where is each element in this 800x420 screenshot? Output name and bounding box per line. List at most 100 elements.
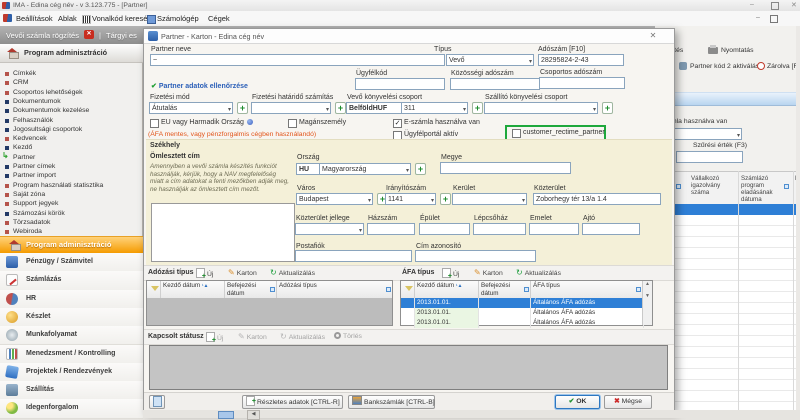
sidebar-item-csoportos-lehetosegek[interactable]: Csoportos lehetőségek [0, 89, 143, 98]
kapcsolt-aktualizalas-button[interactable]: ↻Aktualizálás [280, 332, 325, 341]
mdi-minimize-button[interactable]: – [756, 14, 760, 21]
szallito-konyvelesi-dropdown[interactable]: ▾ [484, 102, 598, 114]
vevo-konyvelesi-code[interactable]: 311▾ [401, 102, 468, 114]
ugyfelkod-input[interactable] [355, 78, 445, 90]
reszletes-adatok-button[interactable]: Részletes adatok [CTRL-R] [242, 395, 343, 409]
sidebar-item-partner-cimek[interactable]: Partner címek [0, 163, 143, 172]
afa-tipus-header[interactable]: ÁFA típus [531, 281, 642, 298]
bg-table-rows[interactable] [655, 215, 796, 410]
afa-grid-body[interactable]: 2013.01.01.Általános ÁFA adózás2013.01.0… [401, 298, 642, 325]
afa-grid-row[interactable]: 2013.01.01.Általános ÁFA adózás [401, 308, 642, 318]
window-minimize-button[interactable]: – [750, 1, 754, 8]
szallito-konyvelesi-add-button[interactable]: + [602, 102, 613, 114]
sidebar-item-kezdo[interactable]: Kezdő [0, 144, 143, 153]
iranyitoszam-add-button[interactable]: + [440, 193, 451, 205]
vertical-scrollbar[interactable]: ▲▼ [642, 281, 652, 325]
hscroll-left-button[interactable]: ◀ [247, 410, 260, 420]
window-maximize-button[interactable] [771, 2, 779, 10]
sidebar-item-cimkek[interactable]: Címkék [0, 70, 143, 79]
fizetesi-mod-add-button[interactable]: + [237, 102, 248, 114]
sidebar-module-hr[interactable]: HR [0, 290, 143, 309]
sidebar-item-felhasznalok[interactable]: Felhasználók [0, 117, 143, 126]
afa-grid-row[interactable]: 2013.01.01.Általános ÁFA adózás [401, 318, 642, 328]
bg-col1-header[interactable]: Vállalkozó igazolvány száma [691, 175, 736, 196]
kezdo-datum-header[interactable]: Kezdő dátum ¹▲ [415, 281, 479, 298]
menu-szamologep[interactable]: Számológép [157, 14, 199, 23]
sidebar-item-partner-import[interactable]: Partner import [0, 172, 143, 181]
sidebar-module-projektek[interactable]: Projektek / Rendezvények [0, 363, 143, 382]
menu-vonalkod-kereses[interactable]: Vonalkód keresés [92, 14, 151, 23]
column-checkbox-icon[interactable] [784, 184, 789, 189]
print-button[interactable]: Nyomtatás [721, 47, 753, 54]
sidebar-module-penzugy[interactable]: Pénzügy / Számvitel [0, 253, 143, 272]
lepcsohaz-input[interactable] [473, 223, 526, 235]
eszamla-checkbox[interactable]: ✓ [393, 119, 402, 128]
dialog-titlebar[interactable]: Partner - Karton - Edina cég név ✕ [144, 29, 674, 44]
orszag-add-button[interactable]: + [415, 163, 426, 175]
sidebar-item-sajat-zona[interactable]: Saját zóna [0, 191, 143, 200]
ajto-input[interactable] [582, 223, 640, 235]
kezdo-datum-header[interactable]: Kezdő dátum ¹▲ [161, 281, 225, 298]
varos-dropdown[interactable]: Budapest▾ [296, 193, 373, 205]
partner-kod2-button[interactable]: Partner kód 2 aktiválás [690, 63, 759, 70]
epulet-input[interactable] [419, 223, 470, 235]
csoportos-adoszam-input[interactable] [539, 77, 625, 89]
kerulet-dropdown[interactable]: ▾ [452, 193, 527, 205]
partner-adatok-ellenorzese-link[interactable]: ✔ Partner adatok ellenőrzése [151, 82, 248, 90]
column-checkbox-icon[interactable] [386, 287, 391, 292]
adozasi-grid[interactable]: Kezdő dátum ¹▲ Befejezési dátum Adózási … [146, 280, 393, 326]
window-close-button[interactable]: ✕ [791, 1, 797, 9]
tipus-dropdown[interactable]: Vevő▾ [446, 54, 534, 66]
filter-cell[interactable] [147, 281, 161, 298]
kapcsolt-karton-button[interactable]: ✎Karton [238, 332, 267, 341]
sidebar-active-module[interactable]: Program adminisztráció [0, 236, 143, 254]
partner-neve-input[interactable]: ~ [150, 54, 445, 66]
kapcsolt-uj-button[interactable]: Új [206, 332, 223, 342]
afa-grid[interactable]: Kezdő dátum ¹▲ Befejezési dátum ÁFA típu… [400, 280, 653, 326]
dialog-close-icon[interactable]: ✕ [647, 31, 659, 41]
filter-cell[interactable] [401, 281, 415, 298]
adozasi-karton-button[interactable]: ✎Karton [228, 268, 257, 277]
column-checkbox-icon[interactable] [524, 287, 529, 292]
befejezesi-datum-header[interactable]: Befejezési dátum [225, 281, 277, 298]
adozasi-grid-body-empty[interactable] [147, 298, 392, 325]
sidebar-item-dokumentumok[interactable]: Dokumentumok [0, 98, 143, 107]
adozasi-uj-button[interactable]: Új [196, 268, 213, 278]
afa-aktualizalas-button[interactable]: ↻Aktualizálás [516, 268, 561, 277]
sidebar-module-menedzsment[interactable]: Menedzsment / Kontrolling [0, 345, 143, 364]
column-checkbox-icon[interactable] [270, 287, 275, 292]
column-checkbox-icon[interactable] [676, 184, 681, 189]
kozterulet-jellege-dropdown[interactable]: ▾ [295, 223, 364, 235]
bankszamlak-button[interactable]: Bankszámlák [CTRL-B] [348, 395, 435, 409]
omlesztett-cim-textarea[interactable] [151, 203, 295, 262]
sidebar-item-partner[interactable]: ↳Partner [0, 154, 143, 163]
befejezesi-datum-header[interactable]: Befejezési dátum [479, 281, 531, 298]
adozasi-aktualizalas-button[interactable]: ↻Aktualizálás [270, 268, 315, 277]
sidebar-item-jogosultsagi-csoportok[interactable]: Jogosultsági csoportok [0, 126, 143, 135]
sidebar-module-szallitas[interactable]: Szállítás [0, 381, 143, 400]
cim-azonosito-input[interactable] [415, 250, 536, 262]
fizetesi-hatarido-add-button[interactable]: + [335, 102, 346, 114]
menu-cegek[interactable]: Cégek [208, 14, 230, 23]
sidebar-item-dokumentumok-kezelese[interactable]: Dokumentumok kezelése [0, 107, 143, 116]
bg-table-selected-row[interactable] [655, 204, 796, 215]
emelet-input[interactable] [529, 223, 579, 235]
iranyitoszam-dropdown[interactable]: 1141▾ [385, 193, 436, 205]
info-icon[interactable] [247, 119, 253, 125]
kozterulet-input[interactable]: Zoborhegy tér 13/a 1.4 [533, 193, 661, 205]
postafiok-input[interactable] [295, 250, 412, 262]
fizetesi-hatarido-dropdown[interactable]: ▾ [251, 102, 331, 114]
sidebar-item-szamozasi-korok[interactable]: Számozási körök [0, 210, 143, 219]
column-checkbox-icon[interactable] [636, 287, 641, 292]
vevo-konyvelesi-add-button[interactable]: + [472, 102, 483, 114]
sidebar-item-crm[interactable]: CRM [0, 79, 143, 88]
afa-uj-button[interactable]: Új [442, 268, 459, 278]
adozasi-tipus-header[interactable]: Adózási típus [277, 281, 392, 298]
ok-button[interactable]: ✔ OK [555, 395, 600, 409]
kapcsolt-torles-button[interactable]: Törlés [334, 332, 362, 340]
sidebar-item-program-hasznalati-statisztika[interactable]: Program használati statisztika [0, 182, 143, 191]
kozossegi-adoszam-input[interactable] [450, 78, 540, 90]
tab-close-icon[interactable]: ✕ [84, 30, 94, 39]
menu-ablak[interactable]: Ablak [58, 14, 77, 23]
mdi-restore-button[interactable] [770, 15, 778, 23]
